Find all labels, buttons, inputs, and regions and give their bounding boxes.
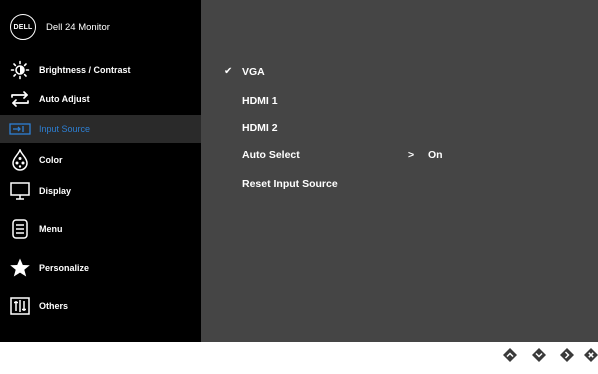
display-icon <box>9 180 31 202</box>
chevron-right-icon <box>560 348 574 362</box>
down-button[interactable] <box>531 347 547 363</box>
option-label: HDMI 2 <box>242 122 278 134</box>
option-label: Auto Select <box>242 149 300 161</box>
sidebar-item-personalize[interactable]: Personalize <box>0 254 201 282</box>
next-button[interactable] <box>559 347 575 363</box>
close-button[interactable] <box>583 347 598 363</box>
sidebar-item-label: Color <box>39 155 63 165</box>
sidebar-item-brightness-contrast[interactable]: Brightness / Contrast <box>0 56 201 84</box>
submenu-arrow-icon: > <box>408 149 415 161</box>
others-icon <box>9 295 31 317</box>
monitor-title: Dell 24 Monitor <box>46 21 110 33</box>
option-reset-input-source[interactable]: Reset Input Source <box>201 178 598 194</box>
input-source-panel: ✔ VGA HDMI 1 HDMI 2 Auto Select > On Res… <box>201 0 598 342</box>
sidebar-item-label: Personalize <box>39 263 90 273</box>
option-auto-select[interactable]: Auto Select > On <box>201 149 598 165</box>
chevron-down-icon <box>532 348 546 362</box>
sidebar-item-display[interactable]: Display <box>0 177 201 205</box>
sidebar-item-menu[interactable]: Menu <box>0 215 201 243</box>
dell-logo: DELL <box>10 14 36 40</box>
sidebar-item-label: Display <box>39 186 72 196</box>
sidebar-item-others[interactable]: Others <box>0 292 201 320</box>
sidebar-item-color[interactable]: Color <box>0 146 201 174</box>
sidebar-item-label: Menu <box>39 224 63 234</box>
up-button[interactable] <box>502 347 518 363</box>
sidebar-item-label: Input Source <box>39 124 91 134</box>
option-label: HDMI 1 <box>242 95 278 107</box>
sidebar-item-input-source[interactable]: Input Source <box>0 115 201 143</box>
menu-icon <box>9 218 31 240</box>
option-label: Reset Input Source <box>242 178 338 190</box>
checkmark-icon: ✔ <box>224 66 233 77</box>
star-icon <box>9 257 31 279</box>
option-label: VGA <box>242 66 265 78</box>
option-hdmi-2[interactable]: HDMI 2 <box>201 122 598 138</box>
option-hdmi-1[interactable]: HDMI 1 <box>201 95 598 111</box>
dell-logo-text: DELL <box>13 23 33 31</box>
auto-adjust-icon <box>9 88 31 110</box>
sidebar: DELL Dell 24 Monitor Brightness / Contra… <box>0 0 201 342</box>
sidebar-item-label: Brightness / Contrast <box>39 65 131 75</box>
option-vga[interactable]: ✔ VGA <box>201 66 598 82</box>
sidebar-item-auto-adjust[interactable]: Auto Adjust <box>0 85 201 113</box>
sidebar-item-label: Others <box>39 301 69 311</box>
input-source-icon <box>9 118 31 140</box>
monitor-osd: DELL Dell 24 Monitor Brightness / Contra… <box>0 0 598 342</box>
option-value: On <box>428 149 443 161</box>
brand-header: DELL Dell 24 Monitor <box>10 14 110 40</box>
sidebar-item-label: Auto Adjust <box>39 94 90 104</box>
close-icon <box>584 348 598 362</box>
brightness-icon <box>9 59 31 81</box>
color-icon <box>9 149 31 171</box>
chevron-up-icon <box>503 348 517 362</box>
